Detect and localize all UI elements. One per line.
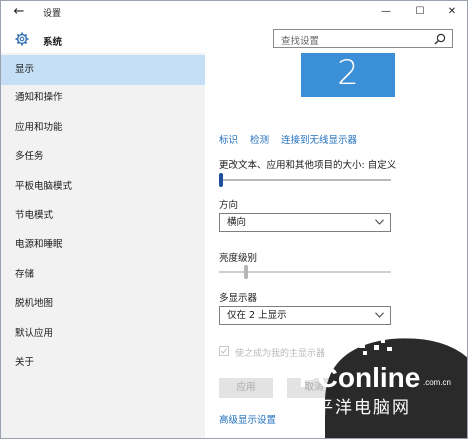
- scale-slider-track[interactable]: [219, 179, 391, 181]
- multi-display-label: 多显示器: [219, 293, 258, 304]
- search-input[interactable]: 查找设置: [273, 29, 453, 48]
- connect-wireless-display-link[interactable]: 连接到无线显示器: [281, 135, 357, 146]
- display-preview-2[interactable]: 2: [301, 53, 395, 97]
- sidebar-item-multitasking[interactable]: 多任务: [1, 142, 205, 172]
- identify-link[interactable]: 标识: [219, 135, 238, 146]
- brightness-slider-thumb[interactable]: [244, 265, 249, 279]
- sidebar-item-notifications[interactable]: 通知和操作: [1, 83, 205, 113]
- settings-window: ← 设置 — ☐ ✕ 系统 查找设置 显示 通知和操作 应用和功能 多任务 平板…: [0, 0, 468, 439]
- chevron-down-icon: [375, 219, 384, 225]
- sidebar-item-display[interactable]: 显示: [1, 55, 205, 85]
- scale-slider-thumb[interactable]: [219, 173, 223, 187]
- checkmark-icon: [220, 348, 228, 354]
- window-title: 设置: [43, 9, 62, 19]
- gear-icon: [15, 32, 29, 46]
- brightness-label: 亮度级别: [219, 253, 258, 264]
- watermark-tagline: 太平洋电脑网: [297, 398, 411, 418]
- close-button[interactable]: ✕: [437, 4, 467, 20]
- back-button[interactable]: ←: [11, 4, 27, 20]
- page-title: 系统: [43, 37, 63, 48]
- title-bar: ← 设置 — ☐ ✕: [1, 1, 467, 25]
- sidebar-item-apps[interactable]: 应用和功能: [1, 113, 205, 143]
- search-placeholder: 查找设置: [281, 36, 320, 47]
- sidebar-item-default-apps[interactable]: 默认应用: [1, 319, 205, 349]
- maximize-button[interactable]: ☐: [405, 4, 435, 20]
- orientation-label: 方向: [219, 200, 239, 211]
- detect-link[interactable]: 检测: [250, 135, 269, 146]
- minimize-button[interactable]: —: [371, 4, 401, 20]
- search-icon[interactable]: [434, 33, 446, 45]
- sidebar-item-about[interactable]: 关于: [1, 348, 205, 378]
- sidebar-item-storage[interactable]: 存储: [1, 260, 205, 290]
- page-header: 系统 查找设置: [1, 25, 467, 53]
- sidebar-item-offline-maps[interactable]: 脱机地图: [1, 289, 205, 319]
- multi-display-value: 仅在 2 上显示: [227, 310, 287, 321]
- sidebar-item-battery-saver[interactable]: 节电模式: [1, 201, 205, 231]
- orientation-dropdown[interactable]: 横向: [219, 213, 391, 232]
- sidebar-item-power-sleep[interactable]: 电源和睡眠: [1, 230, 205, 260]
- apply-button[interactable]: 应用: [219, 378, 273, 398]
- sidebar: 显示 通知和操作 应用和功能 多任务 平板电脑模式 节电模式 电源和睡眠 存储 …: [1, 53, 205, 438]
- main-display-checkbox[interactable]: [219, 346, 229, 356]
- orientation-value: 横向: [227, 217, 247, 228]
- watermark-domain: .com.cn: [423, 378, 451, 387]
- pconline-watermark: PConline .com.cn 太平洋电脑网: [297, 337, 467, 438]
- watermark-logo: PConline: [299, 362, 420, 393]
- sidebar-item-tablet-mode[interactable]: 平板电脑模式: [1, 172, 205, 202]
- advanced-display-settings-link[interactable]: 高级显示设置: [219, 412, 276, 426]
- scale-label: 更改文本、应用和其他项目的大小: 自定义: [219, 160, 397, 171]
- display-links: 标识 检测 连接到无线显示器: [219, 132, 369, 146]
